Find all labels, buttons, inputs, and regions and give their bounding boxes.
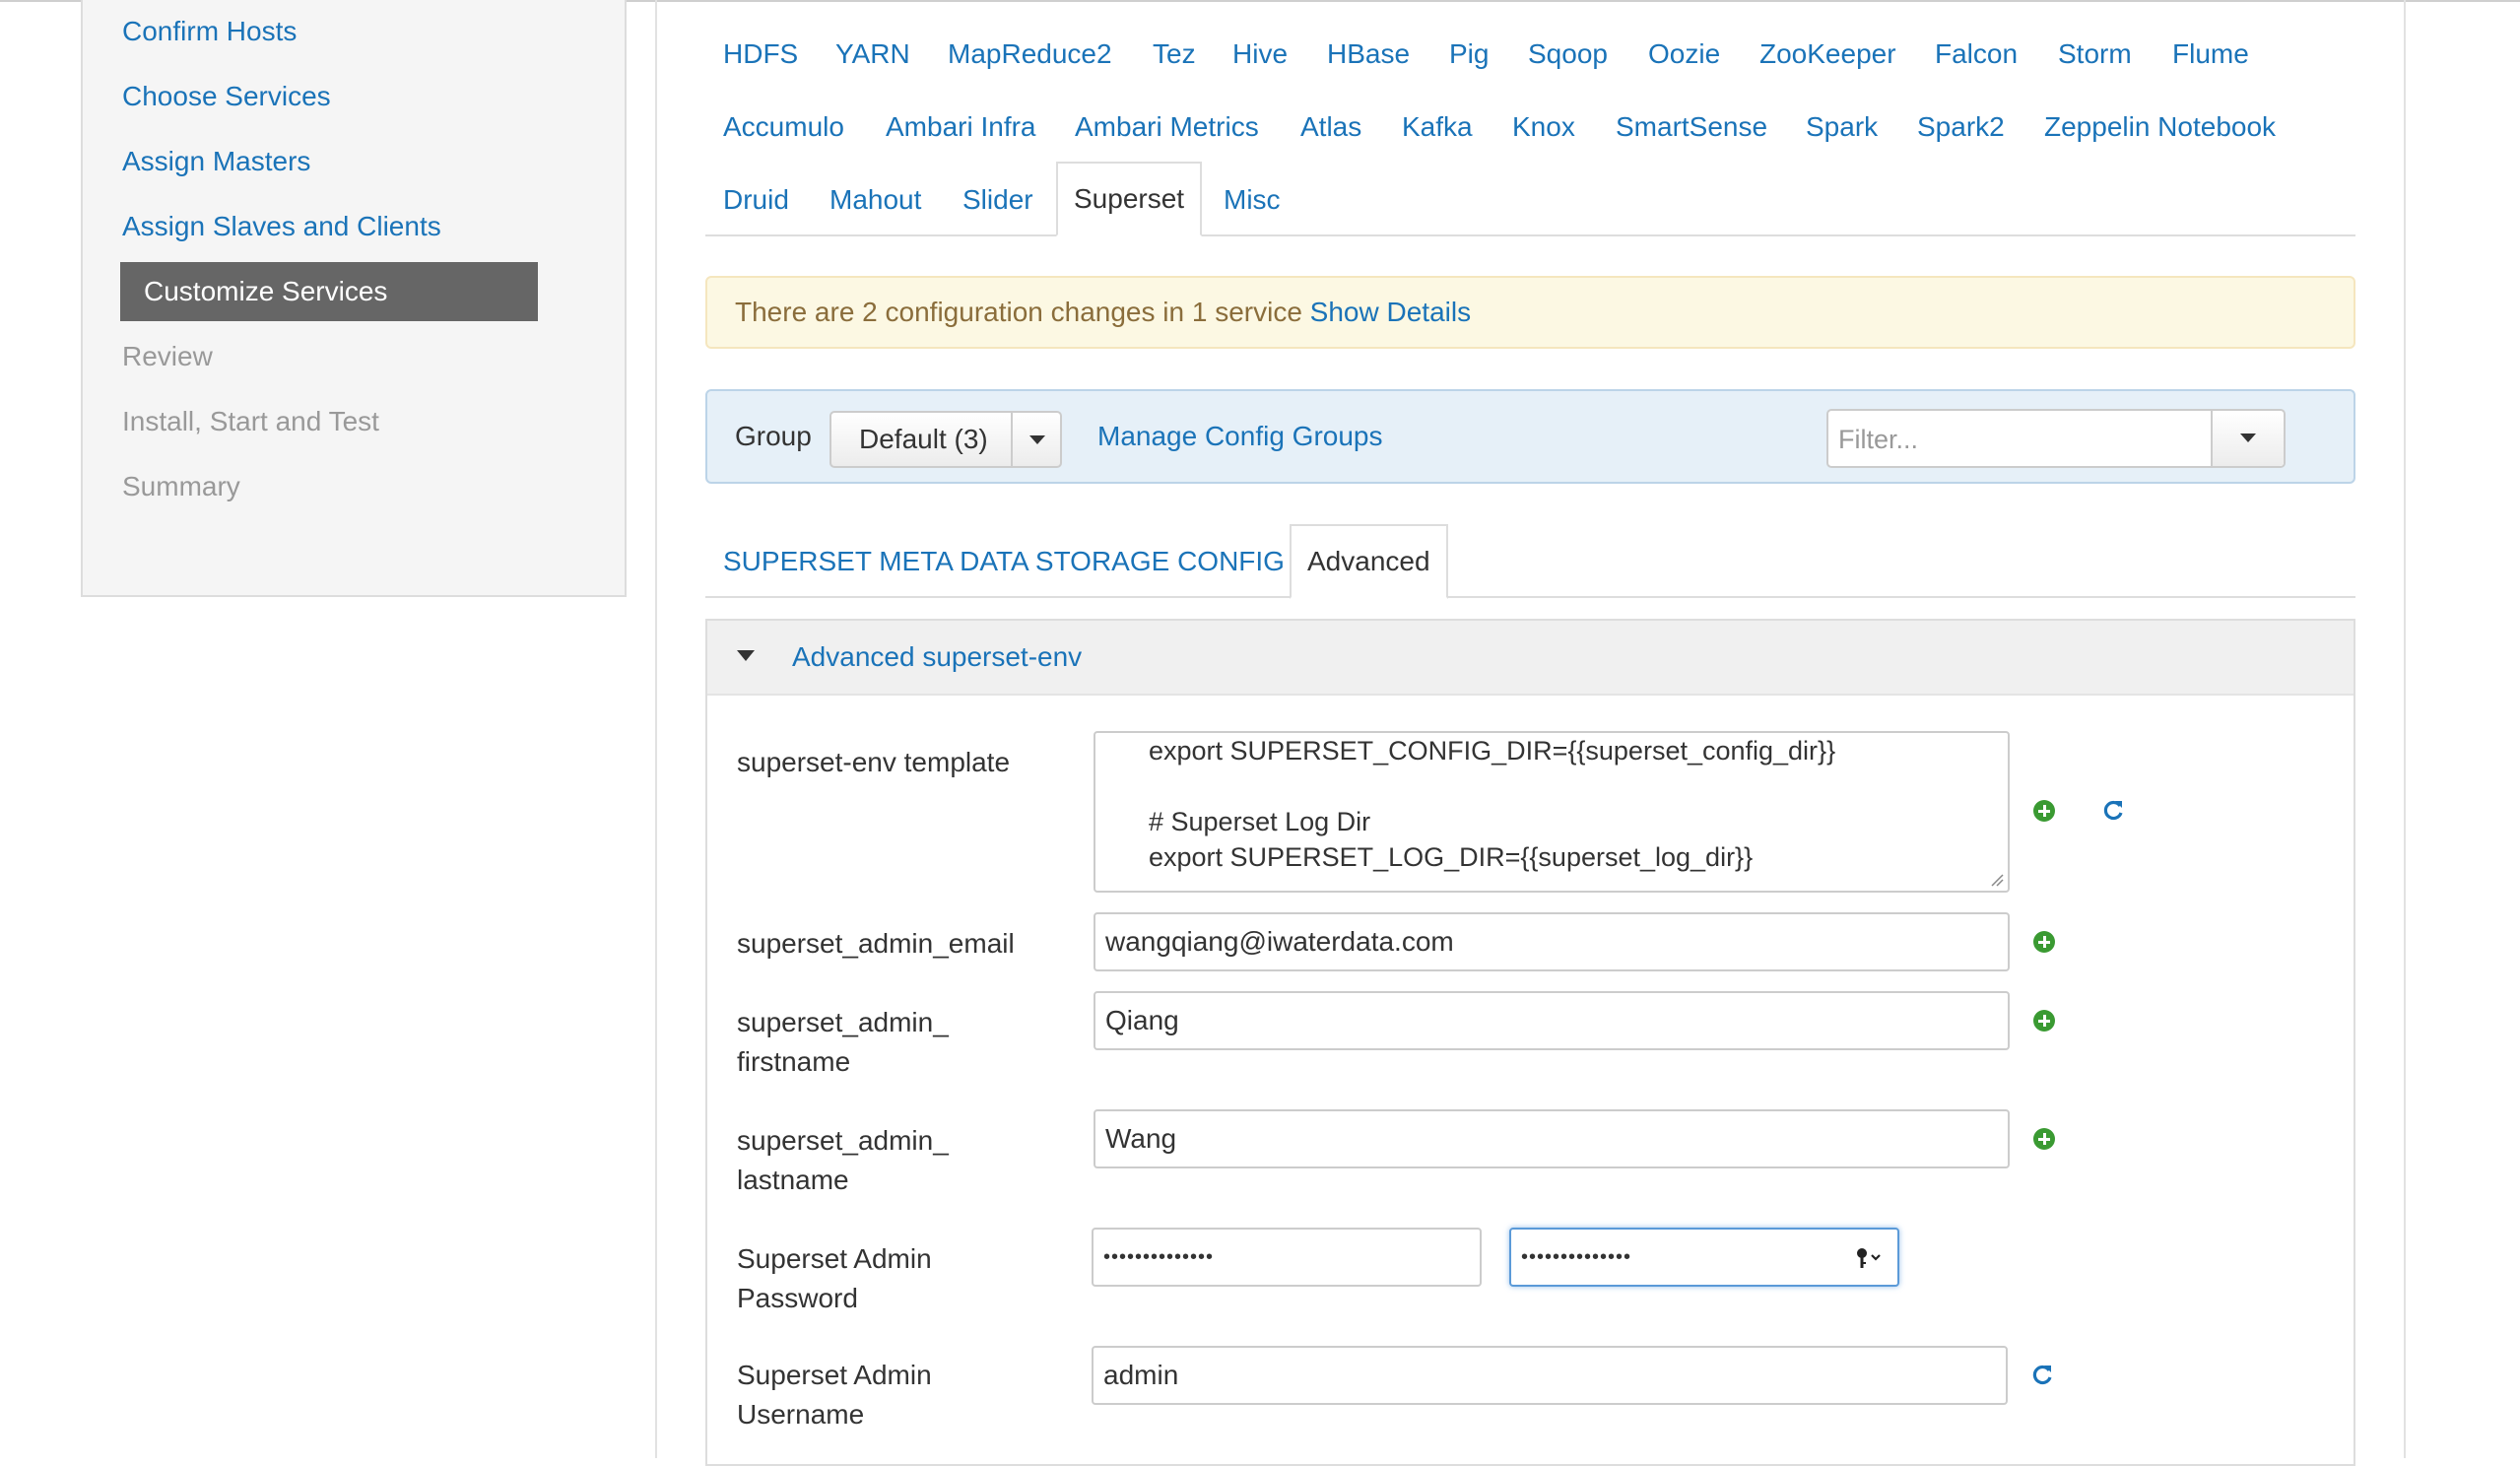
group-dropdown[interactable]: Default (3)	[829, 411, 1062, 468]
tab-kafka[interactable]: Kafka	[1402, 95, 1473, 160]
label-line: superset_admin_	[737, 1007, 949, 1037]
tab-atlas[interactable]: Atlas	[1300, 95, 1361, 160]
add-override-icon[interactable]	[2033, 1128, 2055, 1150]
tab-sqoop[interactable]: Sqoop	[1528, 22, 1608, 87]
template-line: # Superset Log Dir	[1149, 807, 1371, 836]
resize-grip-icon[interactable]	[1990, 873, 2004, 887]
step-assign-masters[interactable]: Assign Masters	[122, 132, 310, 191]
admin-lastname-label: superset_admin_ lastname	[737, 1121, 949, 1200]
tab-falcon[interactable]: Falcon	[1935, 22, 2018, 87]
admin-username-label: Superset Admin Username	[737, 1356, 932, 1434]
admin-email-field[interactable]: wangqiang@iwaterdata.com	[1094, 912, 2010, 971]
admin-password-field[interactable]: ••••••••••••••	[1092, 1228, 1482, 1287]
admin-password-confirm-field[interactable]: ••••••••••••••	[1509, 1228, 1899, 1287]
filter-box	[1826, 409, 2286, 468]
tab-mapreduce2[interactable]: MapReduce2	[948, 22, 1112, 87]
tab-hive[interactable]: Hive	[1232, 22, 1288, 87]
subtabs-divider	[705, 596, 2355, 598]
step-summary: Summary	[122, 471, 240, 501]
add-override-icon[interactable]	[2033, 1010, 2055, 1032]
caret-down-icon	[2240, 433, 2256, 442]
admin-password-label: Superset Admin Password	[737, 1239, 932, 1318]
manage-config-groups-link[interactable]: Manage Config Groups	[1097, 391, 1383, 482]
wizard-sidebar: Confirm Hosts Choose Services Assign Mas…	[81, 0, 627, 597]
env-template-label: superset-env template	[737, 747, 1011, 777]
label-line: Password	[737, 1283, 858, 1313]
tab-spark[interactable]: Spark	[1806, 95, 1878, 160]
template-line: export SUPERSET_LOG_DIR={{superset_log_d…	[1149, 842, 1754, 872]
step-assign-slaves-clients[interactable]: Assign Slaves and Clients	[122, 197, 441, 256]
tab-flume[interactable]: Flume	[2172, 22, 2249, 87]
tab-oozie[interactable]: Oozie	[1648, 22, 1720, 87]
tab-tez[interactable]: Tez	[1153, 22, 1196, 87]
env-template-textarea[interactable]: export SUPERSET_CONFIG_DIR={{superset_co…	[1094, 731, 2010, 893]
filter-input[interactable]	[1830, 413, 2215, 466]
tab-superset-meta-data-storage-config[interactable]: SUPERSET META DATA STORAGE CONFIG	[723, 526, 1285, 597]
tab-superset[interactable]: Superset	[1056, 162, 1203, 236]
label-line: Username	[737, 1399, 865, 1430]
filter-dropdown-button[interactable]	[2213, 411, 2284, 466]
tab-accumulo[interactable]: Accumulo	[723, 95, 844, 160]
step-install-start-test: Install, Start and Test	[122, 406, 379, 436]
tab-hdfs[interactable]: HDFS	[723, 22, 798, 87]
password-autofill-key-icon[interactable]	[1854, 1245, 1884, 1271]
alert-text: There are 2 configuration changes in 1 s…	[735, 297, 1302, 327]
tab-zeppelin-notebook[interactable]: Zeppelin Notebook	[2044, 95, 2276, 160]
tab-knox[interactable]: Knox	[1512, 95, 1575, 160]
tab-ambari-metrics[interactable]: Ambari Metrics	[1075, 95, 1259, 160]
config-group-bar: Group Default (3) Manage Config Groups	[705, 389, 2355, 484]
step-choose-services[interactable]: Choose Services	[122, 67, 331, 126]
undo-icon[interactable]	[2100, 798, 2126, 824]
admin-email-label: superset_admin_email	[737, 928, 1015, 959]
config-changes-alert: There are 2 configuration changes in 1 s…	[705, 276, 2355, 349]
tab-spark2[interactable]: Spark2	[1917, 95, 2005, 160]
label-line: firstname	[737, 1046, 851, 1077]
admin-lastname-field[interactable]: Wang	[1094, 1109, 2010, 1168]
tab-pig[interactable]: Pig	[1449, 22, 1489, 87]
content-left-border	[655, 0, 657, 1458]
label-line: superset_admin_	[737, 1125, 949, 1156]
admin-username-field[interactable]: admin	[1092, 1346, 2008, 1405]
tab-zookeeper[interactable]: ZooKeeper	[1759, 22, 1896, 87]
admin-firstname-label: superset_admin_ firstname	[737, 1003, 949, 1082]
label-line: Superset Admin	[737, 1243, 932, 1274]
tab-smartsense[interactable]: SmartSense	[1616, 95, 1767, 160]
advanced-superset-env-panel: Advanced superset-env superset-env templ…	[705, 619, 2355, 1466]
tab-slider[interactable]: Slider	[962, 167, 1033, 233]
admin-firstname-field[interactable]: Qiang	[1094, 991, 2010, 1050]
tab-storm[interactable]: Storm	[2058, 22, 2132, 87]
dropdown-separator	[1011, 413, 1013, 466]
tabs-divider	[705, 234, 2355, 236]
tab-yarn[interactable]: YARN	[835, 22, 910, 87]
add-override-icon[interactable]	[2033, 800, 2055, 822]
panel-title[interactable]: Advanced superset-env	[792, 621, 1082, 694]
password-confirm-value: ••••••••••••••	[1521, 1246, 1632, 1268]
step-confirm-hosts[interactable]: Confirm Hosts	[122, 2, 297, 61]
group-selected-value: Default (3)	[859, 424, 988, 454]
group-label: Group	[735, 421, 812, 451]
panel-header[interactable]: Advanced superset-env	[707, 621, 2354, 696]
content-right-border	[2404, 0, 2406, 1458]
tab-advanced[interactable]: Advanced	[1290, 524, 1448, 599]
collapse-triangle-icon[interactable]	[737, 650, 755, 661]
template-line: export SUPERSET_CONFIG_DIR={{superset_co…	[1149, 736, 1836, 766]
label-line: lastname	[737, 1165, 849, 1195]
show-details-link[interactable]: Show Details	[1310, 297, 1471, 327]
tab-misc[interactable]: Misc	[1224, 167, 1281, 233]
undo-icon[interactable]	[2029, 1363, 2055, 1388]
tab-mahout[interactable]: Mahout	[829, 167, 921, 233]
step-customize-services[interactable]: Customize Services	[120, 262, 538, 321]
tab-hbase[interactable]: HBase	[1327, 22, 1410, 87]
add-override-icon[interactable]	[2033, 931, 2055, 953]
caret-down-icon[interactable]	[1029, 435, 1045, 444]
tab-ambari-infra[interactable]: Ambari Infra	[886, 95, 1036, 160]
label-line: Superset Admin	[737, 1360, 932, 1390]
tab-druid[interactable]: Druid	[723, 167, 789, 233]
step-review: Review	[122, 341, 213, 371]
